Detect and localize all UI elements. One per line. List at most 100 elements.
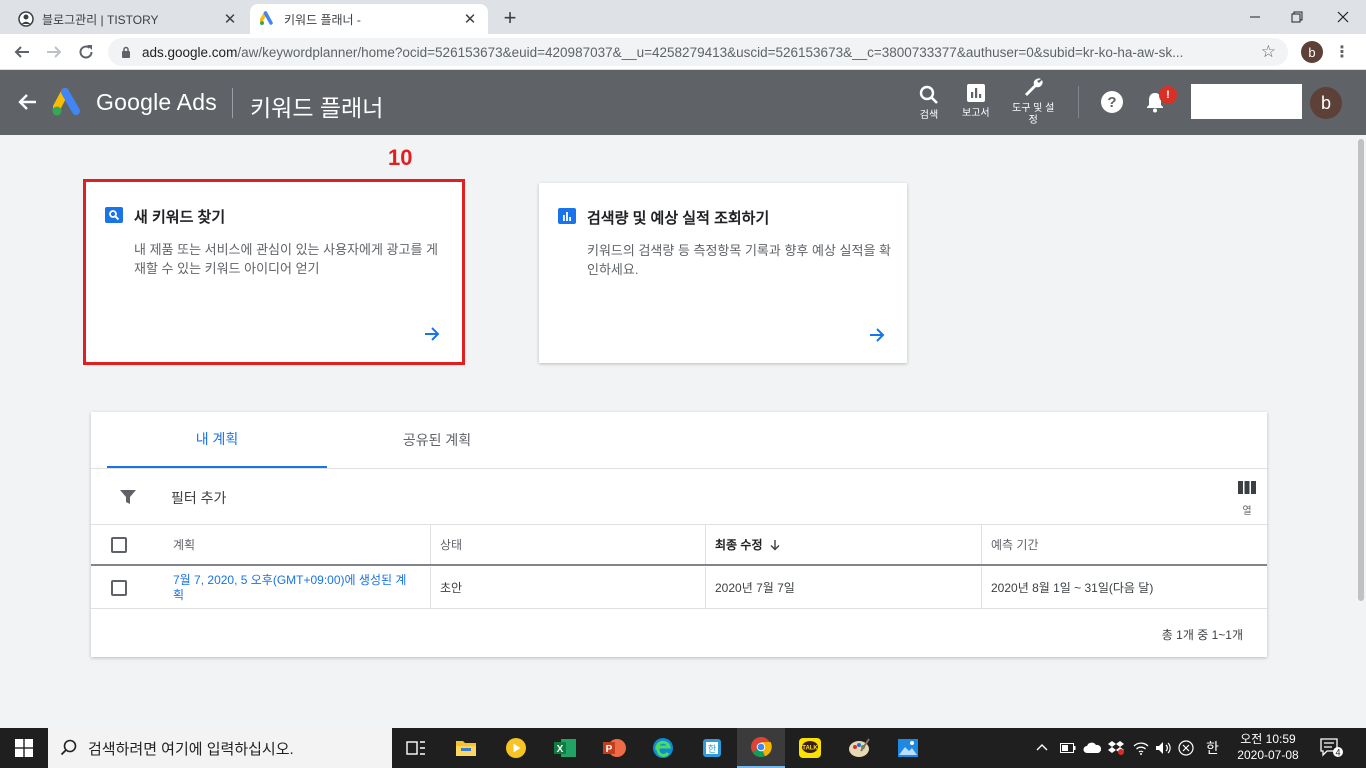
header-last-modified[interactable]: 최종 수정 xyxy=(715,525,781,564)
onedrive-cloud-icon[interactable] xyxy=(1083,728,1101,768)
tab-my-plans[interactable]: 내 계획 xyxy=(107,412,327,468)
header-divider xyxy=(232,88,233,118)
bar-chart-icon xyxy=(558,208,576,224)
account-info-box[interactable] xyxy=(1191,84,1302,119)
file-explorer-icon[interactable] xyxy=(442,728,490,768)
step-annotation: 10 xyxy=(388,145,413,170)
filter-icon[interactable] xyxy=(119,488,137,506)
start-button[interactable] xyxy=(0,728,48,768)
column-divider xyxy=(705,567,706,608)
header-tools-settings-button[interactable]: 도구 및 설 정 xyxy=(1012,75,1054,127)
address-bar[interactable]: ads.google.com/aw/keywordplanner/home?oc… xyxy=(108,38,1288,66)
column-divider xyxy=(430,567,431,608)
notification-badge: ! xyxy=(1159,86,1177,104)
media-player-icon[interactable] xyxy=(492,728,540,768)
url-text: ads.google.com/aw/keywordplanner/home?oc… xyxy=(142,45,1257,60)
kakaotalk-icon[interactable]: TALK xyxy=(786,728,834,768)
battery-icon[interactable] xyxy=(1060,728,1076,768)
column-divider xyxy=(981,567,982,608)
back-arrow-icon[interactable] xyxy=(16,90,40,114)
filter-bar: 필터 추가 열 xyxy=(91,469,1267,525)
forward-button[interactable] xyxy=(42,40,66,64)
header-search-button[interactable]: 검색 xyxy=(918,84,940,122)
wrench-icon xyxy=(1025,78,1043,96)
wifi-icon[interactable] xyxy=(1132,728,1150,768)
tab-tistory[interactable]: 블로그관리 | TISTORY ✕ xyxy=(8,4,248,34)
taskbar-search-box[interactable]: 검색하려면 여기에 입력하십시오. xyxy=(48,728,392,768)
browser-toolbar: ads.google.com/aw/keywordplanner/home?oc… xyxy=(0,34,1366,70)
reports-icon xyxy=(966,84,985,102)
search-volume-forecast-card[interactable]: 검색량 및 예상 실적 조회하기 키워드의 검색량 등 측정항목 기록과 향후 … xyxy=(539,183,907,363)
ime-indicator[interactable]: 한 xyxy=(1206,728,1219,768)
svg-text:TALK: TALK xyxy=(802,746,818,752)
forecast-period-cell: 2020년 8월 1일 ~ 31일(다음 달) xyxy=(991,581,1154,595)
show-hidden-icons-chevron-icon[interactable] xyxy=(1036,728,1048,768)
url-host: ads.google.com xyxy=(142,44,238,60)
new-tab-button[interactable]: + xyxy=(498,5,522,31)
columns-button[interactable]: 열 xyxy=(1238,480,1256,517)
sort-down-arrow-icon xyxy=(770,539,779,550)
columns-label: 열 xyxy=(1242,506,1252,517)
notification-count: 4 xyxy=(1335,747,1340,757)
chrome-icon[interactable] xyxy=(737,728,785,768)
help-icon[interactable]: ? xyxy=(1100,90,1124,114)
tools-label-line1: 도구 및 설 xyxy=(1012,103,1055,114)
hangul-word-icon[interactable]: 한 xyxy=(688,728,736,768)
page-title: 키워드 플래너 xyxy=(250,95,384,121)
scrollbar-thumb[interactable] xyxy=(1358,139,1364,601)
tools-label-line2: 정 xyxy=(1028,115,1038,126)
highlight-frame xyxy=(83,179,465,365)
tab-keyword-planner[interactable]: 키워드 플래너 - ✕ xyxy=(250,4,488,34)
plans-tabs: 내 계획 공유된 계획 xyxy=(91,412,1267,469)
columns-icon xyxy=(1238,481,1256,494)
lock-icon xyxy=(122,46,130,58)
search-icon xyxy=(919,85,938,104)
browser-tab-strip: 블로그관리 | TISTORY ✕ 키워드 플래너 - ✕ + xyxy=(0,0,1366,34)
browser-menu-icon[interactable]: ⋮ xyxy=(1334,42,1350,62)
restore-button[interactable] xyxy=(1274,0,1320,34)
row-checkbox[interactable] xyxy=(111,580,127,596)
close-tab-icon[interactable]: ✕ xyxy=(222,10,238,28)
reload-button[interactable] xyxy=(74,40,98,64)
card-description: 키워드의 검색량 등 측정항목 기록과 향후 예상 실적을 확인하세요. xyxy=(587,243,891,277)
taskbar-clock[interactable]: 오전 10:59 2020-07-08 xyxy=(1236,731,1300,763)
header-plan[interactable]: 계획 xyxy=(173,525,195,564)
dropbox-icon[interactable] xyxy=(1107,728,1125,768)
taskbar-search-placeholder: 검색하려면 여기에 입력하십시오. xyxy=(88,740,294,758)
google-ads-brand[interactable]: Google Ads xyxy=(96,89,217,116)
page-scrollbar[interactable] xyxy=(1356,135,1366,728)
column-divider xyxy=(981,525,982,564)
header-status[interactable]: 상태 xyxy=(440,525,462,564)
close-tab-icon[interactable]: ✕ xyxy=(462,10,478,28)
vpn-disconnected-icon[interactable] xyxy=(1178,728,1194,768)
google-ads-header: Google Ads 키워드 플래너 검색 보고서 도구 및 설 정 ? xyxy=(0,70,1366,135)
header-separator xyxy=(1078,86,1079,118)
last-modified-cell: 2020년 7월 7일 xyxy=(715,581,795,595)
edge-browser-icon[interactable] xyxy=(639,728,687,768)
account-avatar[interactable]: b xyxy=(1310,87,1342,119)
add-filter-button[interactable]: 필터 추가 xyxy=(171,488,226,508)
minimize-button[interactable] xyxy=(1232,0,1278,34)
volume-icon[interactable] xyxy=(1155,728,1173,768)
windows-taskbar: 검색하려면 여기에 입력하십시오. X P 한 TALK 한 오전 10:59 … xyxy=(0,728,1366,768)
column-divider xyxy=(430,525,431,564)
task-view-icon[interactable] xyxy=(392,728,440,768)
header-reports-button[interactable]: 보고서 xyxy=(962,82,990,120)
google-ads-logo-icon xyxy=(52,88,80,116)
plan-link[interactable]: 7월 7, 2020, 5 오후(GMT+09:00)에 생성된 계획 xyxy=(173,573,413,603)
header-forecast-period[interactable]: 예측 기간 xyxy=(991,525,1039,564)
arrow-right-icon[interactable] xyxy=(867,325,887,345)
bookmark-star-icon[interactable]: ☆ xyxy=(1261,42,1276,62)
browser-profile-avatar[interactable]: b xyxy=(1301,41,1323,63)
action-center-icon[interactable]: 4 xyxy=(1320,738,1344,761)
photos-icon[interactable] xyxy=(884,728,932,768)
svg-text:P: P xyxy=(606,744,613,755)
back-button[interactable] xyxy=(10,40,34,64)
powerpoint-icon[interactable]: P xyxy=(590,728,638,768)
column-divider xyxy=(705,525,706,564)
close-window-button[interactable] xyxy=(1320,0,1366,34)
excel-icon[interactable]: X xyxy=(541,728,589,768)
select-all-checkbox[interactable] xyxy=(111,537,127,553)
tab-shared-plans[interactable]: 공유된 계획 xyxy=(327,412,547,468)
paint-icon[interactable] xyxy=(835,728,883,768)
